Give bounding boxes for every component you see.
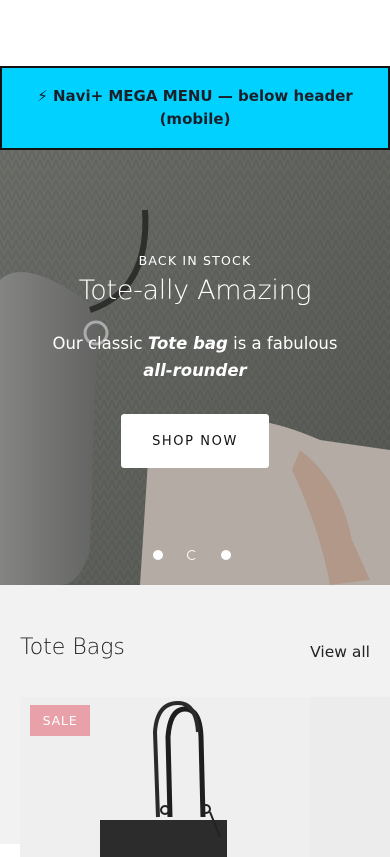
mega-menu-banner[interactable]: ⚡ Navi+ MEGA MENU — below header (mobile… [0, 66, 390, 150]
slide-dot-1[interactable] [153, 550, 163, 560]
header-bar [0, 0, 390, 66]
mega-menu-text: ⚡ Navi+ MEGA MENU — below header (mobile… [37, 87, 353, 128]
hero-subtext-part: Our classic [52, 334, 148, 353]
hero-subtext-emphasis: all-rounder [143, 361, 247, 380]
slide-dots [0, 548, 390, 562]
collection-title: Tote Bags [20, 635, 125, 660]
hero-subtext: Our classic Tote bag is a fabulous all-r… [40, 330, 350, 384]
view-all-link[interactable]: View all [310, 643, 370, 661]
slide-dot-2-active[interactable] [187, 550, 197, 560]
hero-headline: Tote-ally Amazing [78, 275, 312, 306]
hero-eyebrow: BACK IN STOCK [138, 253, 252, 268]
slide-dot-3[interactable] [221, 550, 231, 560]
hero-subtext-part: is a fabulous [227, 334, 338, 353]
product-card-next[interactable] [310, 697, 390, 857]
hero-subtext-emphasis: Tote bag [147, 334, 228, 353]
hero-slideshow: BACK IN STOCK Tote-ally Amazing Our clas… [0, 150, 390, 585]
hero-content: BACK IN STOCK Tote-ally Amazing Our clas… [0, 150, 390, 585]
collection-section: Tote Bags View all SALE [0, 585, 390, 857]
sale-badge: SALE [30, 705, 90, 736]
product-card[interactable]: SALE [20, 697, 310, 857]
shop-now-button[interactable]: SHOP NOW [121, 414, 269, 468]
